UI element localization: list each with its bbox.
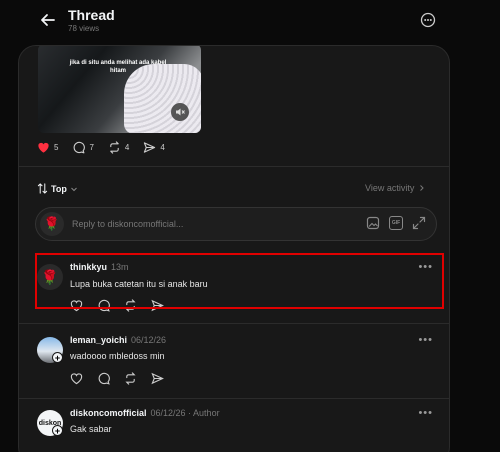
like-count: 5 [54,143,59,152]
comment-timestamp: 06/12/26 [131,335,167,345]
page-title: Thread [68,7,115,23]
share-count: 4 [160,143,165,152]
sort-label: Top [51,183,67,194]
sort-icon [37,183,48,194]
view-count: 78 views [68,24,100,33]
repost-count: 4 [124,143,130,152]
mute-button[interactable] [171,103,189,121]
view-activity-label: View activity [365,183,415,193]
follow-plus-icon[interactable]: + [52,425,63,436]
divider [19,398,449,399]
heart-icon [38,142,49,153]
reply-input[interactable]: Reply to diskoncomofficial... [72,219,183,229]
back-arrow-icon[interactable] [38,10,58,30]
follow-plus-icon[interactable]: + [52,352,63,363]
more-options-icon[interactable]: ••• [418,334,433,346]
more-options-icon[interactable]: ••• [418,407,433,419]
video-thumbnail[interactable]: jika di situ anda melihat ada kabel hita… [38,46,201,133]
share-icon [144,142,156,153]
share-icon[interactable] [151,372,164,385]
list-item: diskon + diskoncomofficial 06/12/26 · Aut… [19,404,449,452]
comment-button[interactable]: 7 [72,141,94,154]
like-button[interactable]: 5 [37,141,58,154]
repost-icon[interactable] [124,372,137,385]
thread-panel: jika di situ anda melihat ada kabel hita… [18,45,450,452]
comment-timestamp: 06/12/26 · Author [150,408,220,418]
divider [19,323,449,324]
comment-icon [74,141,86,154]
post-stats: 5 7 4 4 [37,141,179,154]
comment-count: 7 [89,143,94,152]
comment-text: wadoooo mbledoss min [70,351,165,361]
divider [19,166,449,167]
video-caption: jika di situ anda melihat ada kabel hita… [69,60,167,74]
repost-icon [110,141,119,154]
gif-icon[interactable]: GIF [389,216,403,230]
comment-username[interactable]: leman_yoichi 06/12/26 [70,335,166,345]
more-options-icon[interactable] [419,11,437,29]
highlight-box [35,253,444,309]
avatar: 🌹 [40,212,64,236]
share-button[interactable]: 4 [143,141,165,154]
comment-username[interactable]: diskoncomofficial 06/12/26 · Author [70,408,220,418]
list-item: + leman_yoichi 06/12/26 ••• wadoooo mbled… [19,331,449,391]
chevron-down-icon [70,187,77,191]
muted-speaker-icon [176,108,185,116]
heart-icon[interactable] [70,372,83,385]
view-activity-link[interactable]: View activity [365,183,425,193]
comment-icon[interactable] [97,372,110,385]
comment-text: Gak sabar [70,424,112,434]
chevron-right-icon [420,185,425,191]
image-icon[interactable] [366,216,380,230]
expand-icon[interactable] [412,216,426,230]
sort-dropdown[interactable]: Top [37,183,78,194]
reply-box[interactable]: 🌹 Reply to diskoncomofficial... GIF [35,207,437,241]
repost-button[interactable]: 4 [108,141,129,154]
